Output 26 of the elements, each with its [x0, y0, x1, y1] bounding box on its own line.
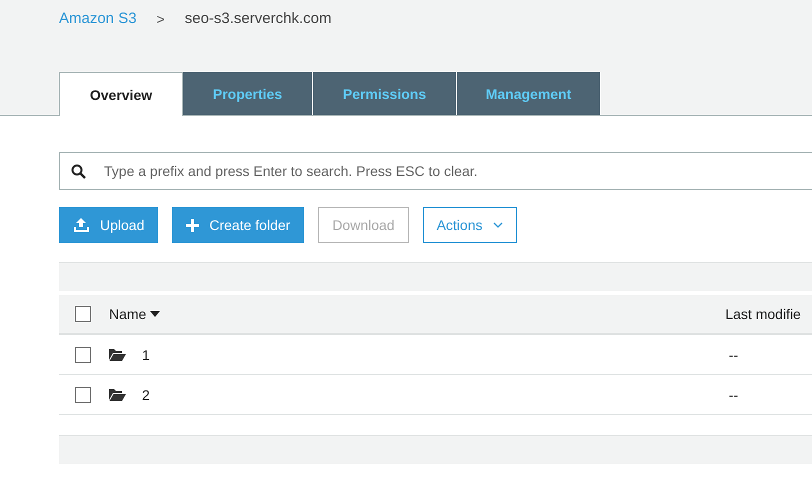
select-all-checkbox[interactable] [75, 306, 91, 322]
row-checkbox[interactable] [75, 346, 91, 362]
table-cell: -- [728, 386, 738, 402]
tab[interactable]: Properties [183, 72, 313, 115]
table-cell: -- [728, 346, 738, 362]
breadcrumb-current: seo-s3.serverchk.com [184, 10, 332, 27]
create-folder-button[interactable]: Create folder [172, 207, 304, 243]
upload-button[interactable]: Upload [59, 207, 158, 243]
tab[interactable]: Permissions [313, 72, 457, 115]
breadcrumb-link[interactable]: Amazon S3 [59, 10, 137, 27]
sort-caret-icon [150, 311, 160, 317]
name-column-header[interactable]: Name [109, 306, 160, 322]
breadcrumb-separator: > [156, 10, 165, 26]
folder-name-link[interactable]: 2 [142, 386, 150, 402]
row-checkbox[interactable] [75, 386, 91, 402]
plus-icon [186, 218, 200, 232]
upload-icon [73, 217, 90, 233]
search-field[interactable]: Type a prefix and press Enter to search. Press ESC to clear. [59, 152, 812, 190]
tab[interactable]: Overview [59, 72, 183, 116]
column-header[interactable]: Last modifie [725, 306, 801, 322]
chevron-down-icon [492, 222, 502, 228]
folder-icon [109, 388, 126, 401]
folder-icon [109, 348, 126, 361]
tab[interactable]: Management [457, 72, 601, 115]
actions-dropdown[interactable]: Actions [422, 207, 516, 243]
folder-name-link[interactable]: 1 [142, 346, 150, 362]
